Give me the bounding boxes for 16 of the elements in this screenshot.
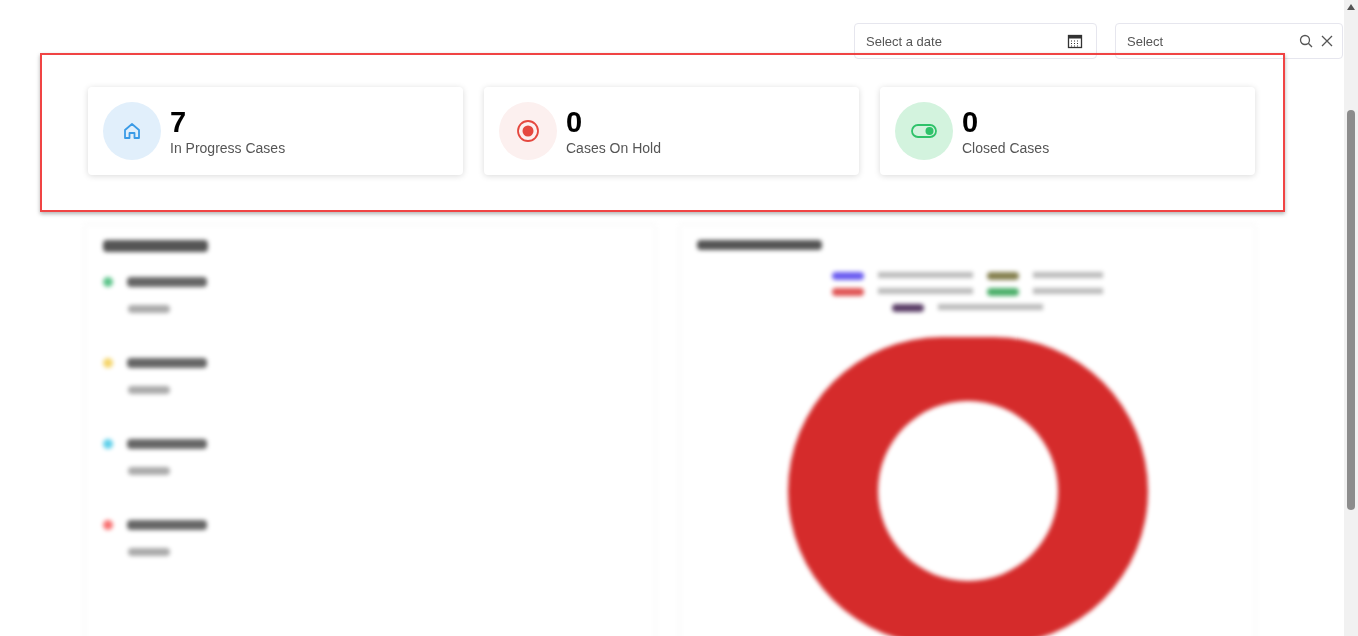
stat-value: 7	[170, 105, 188, 139]
record-icon	[516, 119, 540, 143]
calendar-icon	[1067, 33, 1083, 49]
house-icon	[122, 121, 142, 141]
stat-label: Closed Cases	[962, 139, 1050, 157]
stat-value: 0	[566, 105, 584, 139]
select-field[interactable]: Select	[1115, 23, 1343, 59]
close-icon[interactable]	[1321, 35, 1333, 47]
scroll-up-icon[interactable]	[1347, 4, 1355, 10]
stat-value: 0	[962, 105, 980, 139]
toggle-icon	[911, 123, 937, 139]
stat-label: In Progress Cases	[170, 139, 286, 157]
stat-label: Cases On Hold	[566, 139, 661, 157]
date-field[interactable]: Select a date	[854, 23, 1097, 59]
scrollbar[interactable]	[1344, 0, 1358, 636]
search-icon[interactable]	[1299, 34, 1313, 48]
